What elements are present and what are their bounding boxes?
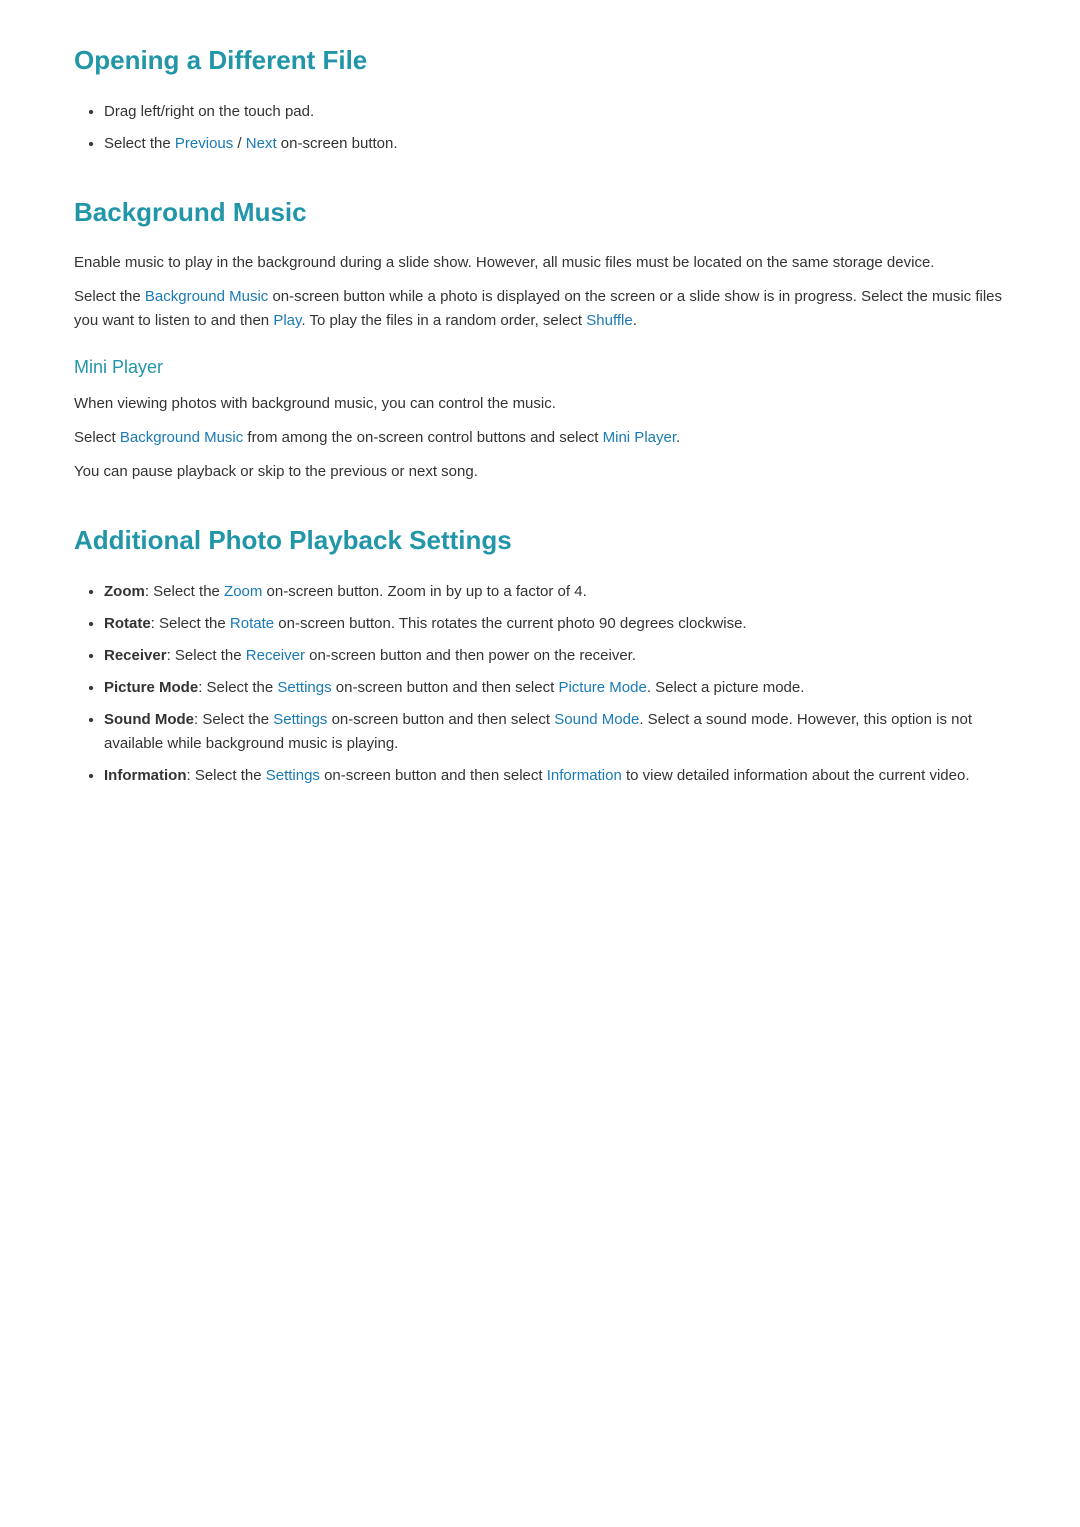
picture-mode-term: Picture Mode	[104, 679, 198, 696]
zoom-link[interactable]: Zoom	[224, 583, 262, 600]
settings-link2[interactable]: Settings	[273, 711, 327, 728]
bullet-text: Drag left/right on the touch pad.	[104, 103, 314, 120]
sound-mode-link[interactable]: Sound Mode	[554, 711, 639, 728]
list-item: Drag left/right on the touch pad.	[104, 100, 1006, 124]
list-item: Zoom: Select the Zoom on-screen button. …	[104, 580, 1006, 604]
list-item: Information: Select the Settings on-scre…	[104, 764, 1006, 788]
shuffle-link[interactable]: Shuffle	[586, 312, 632, 329]
settings-link1[interactable]: Settings	[277, 679, 331, 696]
opening-file-title: Opening a Different File	[74, 40, 1006, 82]
list-item: Sound Mode: Select the Settings on-scree…	[104, 708, 1006, 756]
additional-photo-title: Additional Photo Playback Settings	[74, 520, 1006, 562]
rotate-text: Rotate: Select the Rotate on-screen butt…	[104, 615, 747, 632]
sound-mode-text: Sound Mode: Select the Settings on-scree…	[104, 711, 972, 752]
list-item: Select the Previous / Next on-screen but…	[104, 132, 1006, 156]
opening-file-list: Drag left/right on the touch pad. Select…	[74, 100, 1006, 156]
sound-mode-term: Sound Mode	[104, 711, 194, 728]
mini-player-section: Mini Player When viewing photos with bac…	[74, 353, 1006, 484]
list-item: Receiver: Select the Receiver on-screen …	[104, 644, 1006, 668]
mini-player-title: Mini Player	[74, 353, 1006, 382]
list-item: Picture Mode: Select the Settings on-scr…	[104, 676, 1006, 700]
additional-photo-list: Zoom: Select the Zoom on-screen button. …	[74, 580, 1006, 788]
mini-player-para1: When viewing photos with background musi…	[74, 392, 1006, 416]
information-term: Information	[104, 767, 187, 784]
rotate-link[interactable]: Rotate	[230, 615, 274, 632]
background-music-para2: Select the Background Music on-screen bu…	[74, 285, 1006, 333]
opening-file-section: Opening a Different File Drag left/right…	[74, 40, 1006, 156]
receiver-term: Receiver	[104, 647, 167, 664]
information-link[interactable]: Information	[547, 767, 622, 784]
receiver-text: Receiver: Select the Receiver on-screen …	[104, 647, 636, 664]
picture-mode-text: Picture Mode: Select the Settings on-scr…	[104, 679, 804, 696]
next-link[interactable]: Next	[246, 135, 277, 152]
background-music-para1: Enable music to play in the background d…	[74, 251, 1006, 275]
background-music-link2[interactable]: Background Music	[120, 429, 243, 446]
rotate-term: Rotate	[104, 615, 151, 632]
previous-link[interactable]: Previous	[175, 135, 233, 152]
zoom-term: Zoom	[104, 583, 145, 600]
picture-mode-link[interactable]: Picture Mode	[558, 679, 646, 696]
receiver-link[interactable]: Receiver	[246, 647, 305, 664]
additional-photo-section: Additional Photo Playback Settings Zoom:…	[74, 520, 1006, 788]
mini-player-link[interactable]: Mini Player	[603, 429, 676, 446]
settings-link3[interactable]: Settings	[266, 767, 320, 784]
information-text: Information: Select the Settings on-scre…	[104, 767, 970, 784]
bullet-text: Select the Previous / Next on-screen but…	[104, 135, 398, 152]
list-item: Rotate: Select the Rotate on-screen butt…	[104, 612, 1006, 636]
mini-player-para3: You can pause playback or skip to the pr…	[74, 460, 1006, 484]
background-music-link1[interactable]: Background Music	[145, 288, 268, 305]
background-music-title: Background Music	[74, 192, 1006, 234]
mini-player-para2: Select Background Music from among the o…	[74, 426, 1006, 450]
play-link[interactable]: Play	[273, 312, 301, 329]
zoom-text: Zoom: Select the Zoom on-screen button. …	[104, 583, 587, 600]
background-music-section: Background Music Enable music to play in…	[74, 192, 1006, 484]
